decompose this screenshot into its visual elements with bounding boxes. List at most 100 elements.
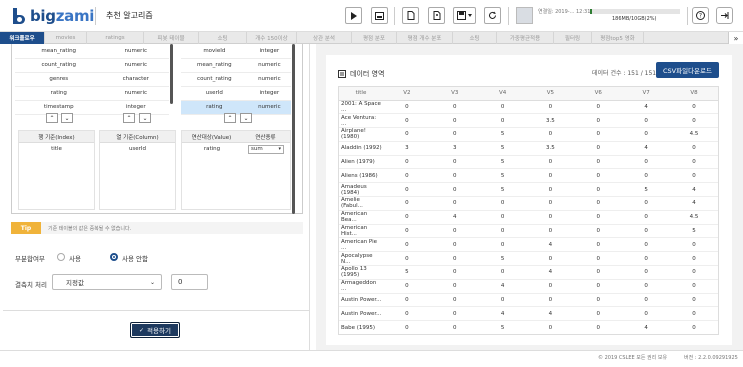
tab-item[interactable]: 필터링 bbox=[554, 32, 592, 44]
tab-item[interactable]: 평점 분포 bbox=[352, 32, 397, 44]
table-cell: 0 bbox=[622, 265, 671, 280]
table-row[interactable]: Austin Power... 0 0 0 0 0 0 0 bbox=[339, 293, 718, 308]
column-header[interactable]: V7 bbox=[622, 87, 671, 101]
table-cell: Babe (1995) bbox=[339, 320, 383, 334]
subtotal-use-radio[interactable] bbox=[57, 253, 65, 261]
tab-item[interactable]: 소팅 bbox=[199, 32, 247, 44]
table-cell: Amadeus (1984) bbox=[339, 182, 383, 198]
tab-item[interactable]: 평점top5 영화 bbox=[592, 32, 644, 44]
tab-item[interactable]: 소팅 bbox=[453, 32, 497, 44]
open-file-button[interactable] bbox=[428, 7, 445, 24]
column-header[interactable]: V5 bbox=[526, 87, 575, 101]
table-row[interactable]: Amelie (Fabul... 0 0 0 0 0 0 4 bbox=[339, 196, 718, 211]
column-header[interactable]: V4 bbox=[478, 87, 527, 101]
table-row[interactable]: Ace Ventura: ... 0 0 0 3.5 0 0 0 bbox=[339, 113, 718, 129]
list-item[interactable]: timestamp integer bbox=[15, 100, 169, 115]
refresh-button[interactable] bbox=[484, 7, 501, 24]
table-cell: 0 bbox=[622, 168, 671, 184]
memory-usage: 186MB/10GB(2%) bbox=[612, 16, 657, 22]
table-row[interactable]: Austin Power... 0 0 4 4 0 0 0 bbox=[339, 306, 718, 322]
tab-item[interactable]: 상관 분석 bbox=[297, 32, 352, 44]
logout-button[interactable] bbox=[716, 7, 733, 24]
table-cell: 0 bbox=[670, 293, 718, 308]
move-bottom-button[interactable]: ⌄ bbox=[240, 113, 252, 123]
table-cell: 0 bbox=[430, 155, 479, 170]
list-item[interactable]: mean_rating numeric bbox=[15, 44, 169, 59]
tab-item[interactable]: ratings bbox=[87, 32, 144, 44]
table-cell: 2001: A Space ... bbox=[339, 100, 383, 115]
table-row[interactable]: Apocalypse N... 0 0 5 0 0 0 0 bbox=[339, 251, 718, 267]
list-item[interactable]: userId integer bbox=[181, 86, 291, 101]
table-row[interactable]: Airplane! (1980) 0 0 5 0 0 0 4.5 bbox=[339, 127, 718, 142]
table-cell: 0 bbox=[526, 196, 575, 211]
table-row[interactable]: American Bea... 0 4 0 0 0 0 4.5 bbox=[339, 210, 718, 225]
missing-value-input[interactable]: 0 bbox=[171, 274, 208, 290]
column-header[interactable]: title bbox=[339, 87, 383, 101]
table-cell: 0 bbox=[622, 127, 671, 142]
table-row[interactable]: Apollo 13 (1995) 5 0 0 4 0 0 0 bbox=[339, 265, 718, 280]
table-cell: 5 bbox=[478, 182, 527, 198]
table-cell: 0 bbox=[382, 182, 431, 198]
table-row[interactable]: Aladdin (1992) 3 3 5 3.5 0 4 0 bbox=[339, 141, 718, 156]
table-row[interactable]: Aliens (1986) 0 0 5 0 0 0 0 bbox=[339, 168, 718, 184]
table-row[interactable]: Armageddon ... 0 0 4 0 0 0 0 bbox=[339, 279, 718, 294]
move-up-button[interactable]: ⌃ bbox=[123, 113, 135, 123]
avatar[interactable] bbox=[516, 7, 533, 24]
move-down-button[interactable]: ⌄ bbox=[61, 113, 73, 123]
subtotal-nouse-radio[interactable] bbox=[110, 253, 118, 261]
column-header[interactable]: V6 bbox=[574, 87, 623, 101]
play-button[interactable] bbox=[345, 7, 362, 24]
column-value[interactable]: userId bbox=[100, 143, 175, 155]
tab-item[interactable]: 평점 개수 분포 bbox=[397, 32, 453, 44]
table-row[interactable]: Alien (1979) 0 0 5 0 0 0 0 bbox=[339, 155, 718, 170]
tab-scroll-button[interactable]: » bbox=[728, 32, 743, 44]
list-item[interactable]: count_rating numeric bbox=[181, 72, 291, 87]
image-button[interactable] bbox=[371, 7, 388, 24]
new-file-button[interactable] bbox=[402, 7, 419, 24]
apply-button[interactable]: ✓ 적용하기 bbox=[130, 322, 180, 338]
list-item[interactable]: rating numeric bbox=[181, 100, 291, 115]
function-select[interactable]: sum ▾ bbox=[248, 144, 284, 154]
tab-item[interactable]: 피봇 테이블 bbox=[144, 32, 199, 44]
move-down-button[interactable]: ⌄ bbox=[139, 113, 151, 123]
save-dropdown-button[interactable] bbox=[453, 7, 476, 24]
table-cell: 0 bbox=[526, 127, 575, 142]
table-cell: Aladdin (1992) bbox=[339, 141, 383, 156]
value-header: 연산대상(Value) bbox=[182, 131, 241, 143]
row-index-value[interactable]: title bbox=[19, 143, 94, 155]
list-item[interactable]: mean_rating numeric bbox=[181, 58, 291, 73]
tab-item[interactable]: 워크플로우 bbox=[0, 32, 45, 44]
list-item[interactable]: rating numeric bbox=[15, 86, 169, 101]
move-up-button[interactable]: ⌃ bbox=[46, 113, 58, 123]
list-item[interactable]: movieId integer bbox=[181, 44, 291, 59]
list-cell: rating bbox=[181, 100, 248, 115]
list-cell: mean_rating bbox=[15, 44, 103, 59]
left-list-scrollbar[interactable] bbox=[170, 44, 173, 104]
table-row[interactable]: American Hist... 0 0 0 0 0 0 5 bbox=[339, 224, 718, 239]
tab-item[interactable]: 개수 150이상 bbox=[247, 32, 297, 44]
list-item[interactable]: genres character bbox=[15, 72, 169, 87]
table-cell: 0 bbox=[622, 196, 671, 211]
value-field[interactable]: rating bbox=[182, 143, 242, 155]
help-button[interactable]: ? bbox=[692, 7, 709, 24]
table-row[interactable]: American Pie ... 0 0 0 4 0 0 0 bbox=[339, 237, 718, 253]
missing-value-select-value: 지정값 bbox=[66, 279, 84, 287]
tab-item[interactable]: movies bbox=[45, 32, 87, 44]
table-cell: 0 bbox=[382, 100, 431, 115]
csv-download-button[interactable]: CSV파일다운로드 bbox=[656, 62, 719, 78]
table-row[interactable]: Amadeus (1984) 0 0 5 0 0 5 4 bbox=[339, 182, 718, 198]
table-row[interactable]: 2001: A Space ... 0 0 0 0 0 4 0 bbox=[339, 100, 718, 115]
column-header[interactable]: V8 bbox=[670, 87, 718, 101]
table-cell: Apocalypse N... bbox=[339, 251, 383, 267]
missing-value-select[interactable]: 지정값 ⌄ bbox=[52, 274, 162, 290]
open-file-icon bbox=[433, 11, 440, 20]
column-header[interactable]: V2 bbox=[382, 87, 431, 101]
table-row[interactable]: Babe (1995) 0 0 5 0 0 4 0 bbox=[339, 320, 718, 334]
right-list-scrollbar[interactable] bbox=[292, 44, 295, 214]
list-item[interactable]: count_rating numeric bbox=[15, 58, 169, 73]
chevron-down-icon: ⌄ bbox=[149, 278, 155, 286]
tab-item[interactable]: 가중평균적용 bbox=[497, 32, 554, 44]
column-header[interactable]: V3 bbox=[430, 87, 479, 101]
move-top-button[interactable]: ⌃ bbox=[224, 113, 236, 123]
table-cell: 0 bbox=[430, 251, 479, 267]
